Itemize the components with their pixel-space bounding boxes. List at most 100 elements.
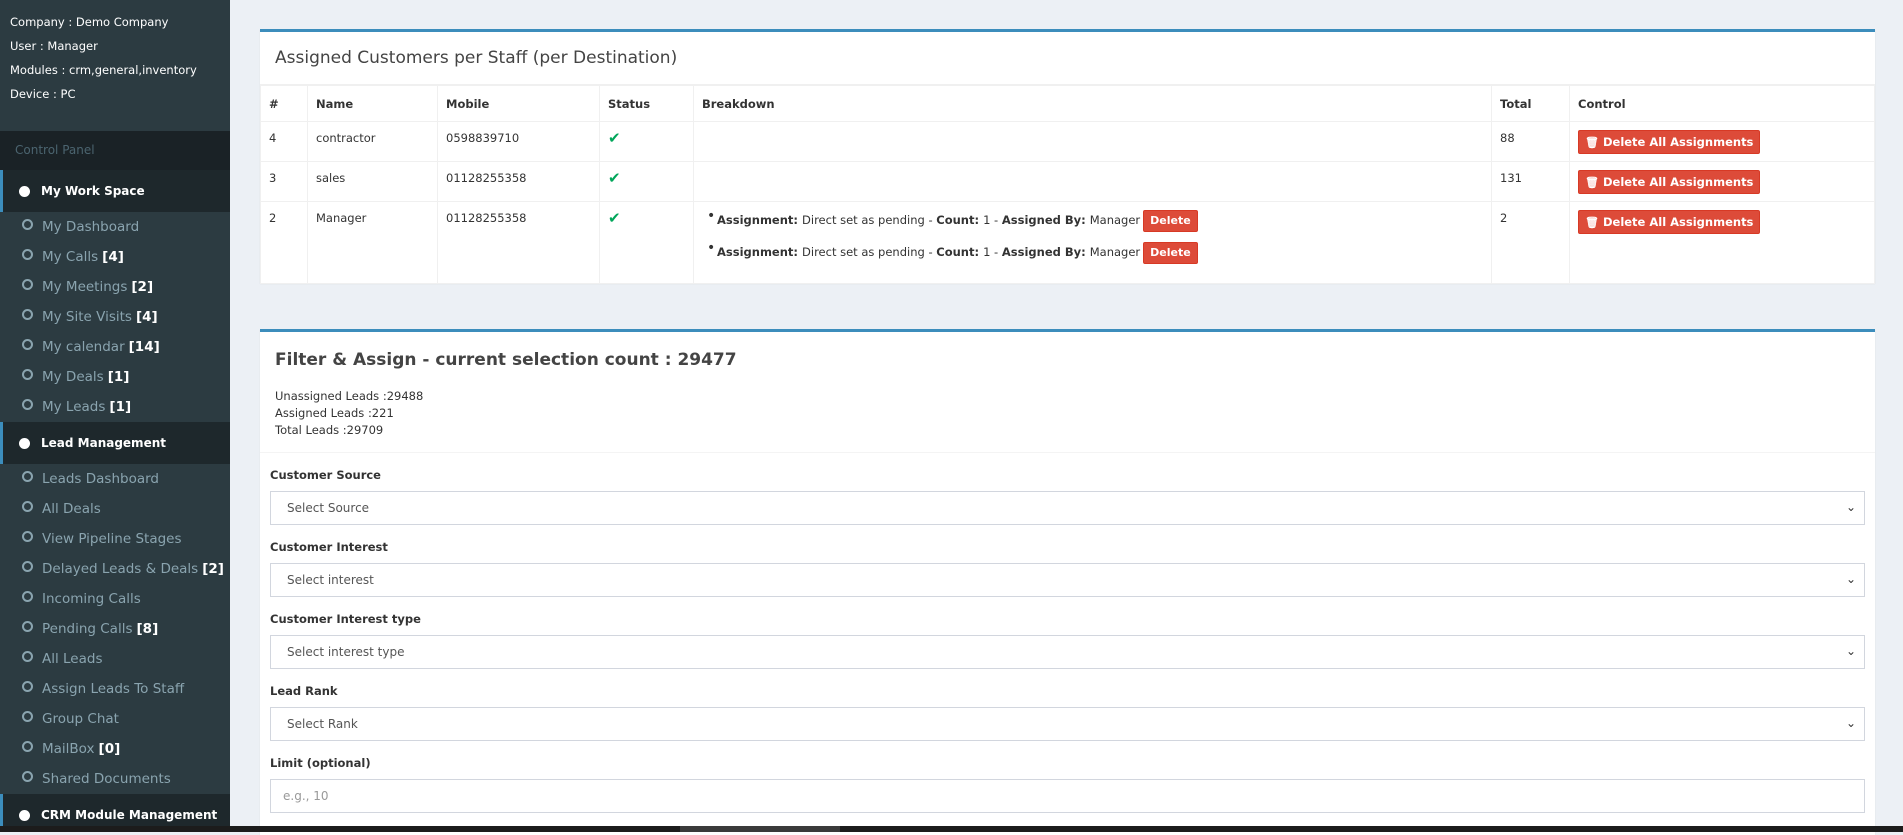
select-value: Select Rank bbox=[287, 717, 358, 731]
sidebar-item-delayed-leads-deals[interactable]: Delayed Leads & Deals [2] bbox=[0, 554, 230, 584]
sidebar-item-count: [0] bbox=[98, 741, 121, 757]
customer-interest-select[interactable]: Select interest ⌄ bbox=[270, 563, 1865, 597]
device-info: Device : PC bbox=[10, 87, 76, 101]
breakdown-item: Assignment:Direct set as pending - Count… bbox=[707, 208, 1483, 242]
row-name: contractor bbox=[307, 121, 438, 162]
circle-icon bbox=[22, 530, 33, 542]
sidebar-item-my-site-visits[interactable]: My Site Visits [4] bbox=[0, 302, 230, 332]
total-leads: Total Leads :29709 bbox=[275, 423, 384, 437]
sidebar-item-group-chat[interactable]: Group Chat bbox=[0, 704, 230, 734]
assigned-by-value: Manager bbox=[1089, 213, 1141, 227]
sidebar-item-view-pipeline-stages[interactable]: View Pipeline Stages bbox=[0, 524, 230, 554]
chevron-down-icon: ⌄ bbox=[1845, 572, 1856, 586]
section-lead-management[interactable]: Lead Management bbox=[0, 422, 230, 464]
circle-icon bbox=[22, 620, 33, 632]
select-value: Select interest bbox=[287, 573, 374, 587]
modules-info: Modules : crm,general,inventory bbox=[10, 63, 197, 77]
assigned-customers-box: Assigned Customers per Staff (per Destin… bbox=[260, 29, 1875, 284]
sidebar-item-all-deals[interactable]: All Deals bbox=[0, 494, 230, 524]
row-num: 2 bbox=[260, 201, 308, 284]
lead-rank-label: Lead Rank bbox=[270, 684, 338, 698]
sidebar-item-my-meetings[interactable]: My Meetings [2] bbox=[0, 272, 230, 302]
row-control: 🗑 Delete All Assignments bbox=[1569, 121, 1875, 162]
sidebar-item-label: All Leads bbox=[42, 651, 103, 667]
table-header-row: # Name Mobile Status Breakdown Total Con… bbox=[260, 85, 1875, 122]
limit-input[interactable]: e.g., 10 bbox=[270, 779, 1865, 813]
section-label: Lead Management bbox=[41, 436, 166, 450]
circle-icon bbox=[22, 650, 33, 662]
sidebar-item-mailbox[interactable]: MailBox [0] bbox=[0, 734, 230, 764]
sidebar-item-my-calendar[interactable]: My calendar [14] bbox=[0, 332, 230, 362]
sidebar-item-label: Group Chat bbox=[42, 711, 119, 727]
assignment-value: Direct set as pending bbox=[802, 213, 925, 227]
customer-source-select[interactable]: Select Source ⌄ bbox=[270, 491, 1865, 525]
sidebar-item-assign-leads-to-staff[interactable]: Assign Leads To Staff bbox=[0, 674, 230, 704]
circle-icon bbox=[22, 398, 33, 410]
sidebar-item-label: Delayed Leads & Deals bbox=[42, 561, 199, 577]
row-control: 🗑 Delete All Assignments bbox=[1569, 201, 1875, 284]
workspace-menu: My Dashboard My Calls [4] My Meetings [2] … bbox=[0, 212, 230, 422]
circle-icon bbox=[22, 500, 33, 512]
assigned-by-label: Assigned By: bbox=[1001, 245, 1086, 259]
row-mobile: 01128255358 bbox=[437, 201, 600, 284]
sidebar-item-count: [1] bbox=[109, 399, 132, 415]
sidebar-item-my-calls[interactable]: My Calls [4] bbox=[0, 242, 230, 272]
sidebar-item-pending-calls[interactable]: Pending Calls [8] bbox=[0, 614, 230, 644]
customer-interest-type-label: Customer Interest type bbox=[270, 612, 421, 626]
circle-icon bbox=[22, 218, 33, 230]
sidebar-item-my-deals[interactable]: My Deals [1] bbox=[0, 362, 230, 392]
circle-icon bbox=[22, 560, 33, 572]
sidebar-item-my-leads[interactable]: My Leads [1] bbox=[0, 392, 230, 422]
customer-interest-type-select[interactable]: Select interest type ⌄ bbox=[270, 635, 1865, 669]
row-num: 3 bbox=[260, 161, 308, 202]
trash-icon: 🗑 bbox=[1585, 175, 1599, 189]
sidebar-item-all-leads[interactable]: All Leads bbox=[0, 644, 230, 674]
sidebar-item-label: All Deals bbox=[42, 501, 101, 517]
circle-icon bbox=[22, 710, 33, 722]
chevron-down-icon: ⌄ bbox=[1845, 500, 1856, 514]
circle-icon bbox=[22, 680, 33, 692]
chevron-down-icon: ⌄ bbox=[1845, 716, 1856, 730]
row-status: ✔ bbox=[599, 121, 694, 162]
sidebar-item-count: [2] bbox=[131, 279, 154, 295]
filter-assign-box: Filter & Assign - current selection coun… bbox=[260, 329, 1875, 835]
sidebar-item-label: Pending Calls bbox=[42, 621, 133, 637]
delete-all-assignments-button[interactable]: 🗑 Delete All Assignments bbox=[1578, 170, 1761, 194]
delete-assignment-button[interactable]: Delete bbox=[1143, 210, 1198, 232]
sidebar-item-incoming-calls[interactable]: Incoming Calls bbox=[0, 584, 230, 614]
sidebar-item-label: My Dashboard bbox=[42, 219, 140, 235]
delete-assignment-button[interactable]: Delete bbox=[1143, 242, 1198, 264]
table-row: 2 Manager 01128255358 ✔ Assignment:Direc… bbox=[260, 201, 1875, 284]
row-name: Manager bbox=[307, 201, 438, 284]
col-header-control: Control bbox=[1569, 85, 1875, 122]
delete-all-assignments-button[interactable]: 🗑 Delete All Assignments bbox=[1578, 130, 1761, 154]
sidebar-item-count: [8] bbox=[136, 621, 159, 637]
circle-icon bbox=[22, 338, 33, 350]
row-control: 🗑 Delete All Assignments bbox=[1569, 161, 1875, 202]
sidebar-item-leads-dashboard[interactable]: Leads Dashboard bbox=[0, 464, 230, 494]
delete-all-assignments-button[interactable]: 🗑 Delete All Assignments bbox=[1578, 210, 1761, 234]
row-mobile: 01128255358 bbox=[437, 161, 600, 202]
sidebar-item-label: My Deals bbox=[42, 369, 104, 385]
col-header-num: # bbox=[260, 85, 308, 122]
table-row: 4 contractor 0598839710 ✔ 88 🗑 Delete All… bbox=[260, 121, 1875, 162]
section-label: My Work Space bbox=[41, 184, 145, 198]
col-header-total: Total bbox=[1491, 85, 1570, 122]
assigned-by-value: Manager bbox=[1089, 245, 1141, 259]
circle-icon bbox=[22, 590, 33, 602]
section-my-work-space[interactable]: My Work Space bbox=[0, 170, 230, 212]
lead-rank-select[interactable]: Select Rank ⌄ bbox=[270, 707, 1865, 741]
circle-icon bbox=[22, 470, 33, 482]
row-status: ✔ bbox=[599, 161, 694, 202]
assignment-label: Assignment: bbox=[717, 213, 799, 227]
sidebar-item-my-dashboard[interactable]: My Dashboard bbox=[0, 212, 230, 242]
sidebar-item-shared-documents[interactable]: Shared Documents bbox=[0, 764, 230, 794]
customer-interest-label: Customer Interest bbox=[270, 540, 388, 554]
sidebar-item-label: My Leads bbox=[42, 399, 106, 415]
filter-form: Customer Source Select Source ⌄ Customer… bbox=[260, 453, 1875, 813]
circle-icon bbox=[22, 770, 33, 782]
filled-circle-icon bbox=[19, 809, 30, 821]
circle-icon bbox=[22, 740, 33, 752]
circle-icon bbox=[22, 308, 33, 320]
row-breakdown bbox=[693, 121, 1492, 162]
